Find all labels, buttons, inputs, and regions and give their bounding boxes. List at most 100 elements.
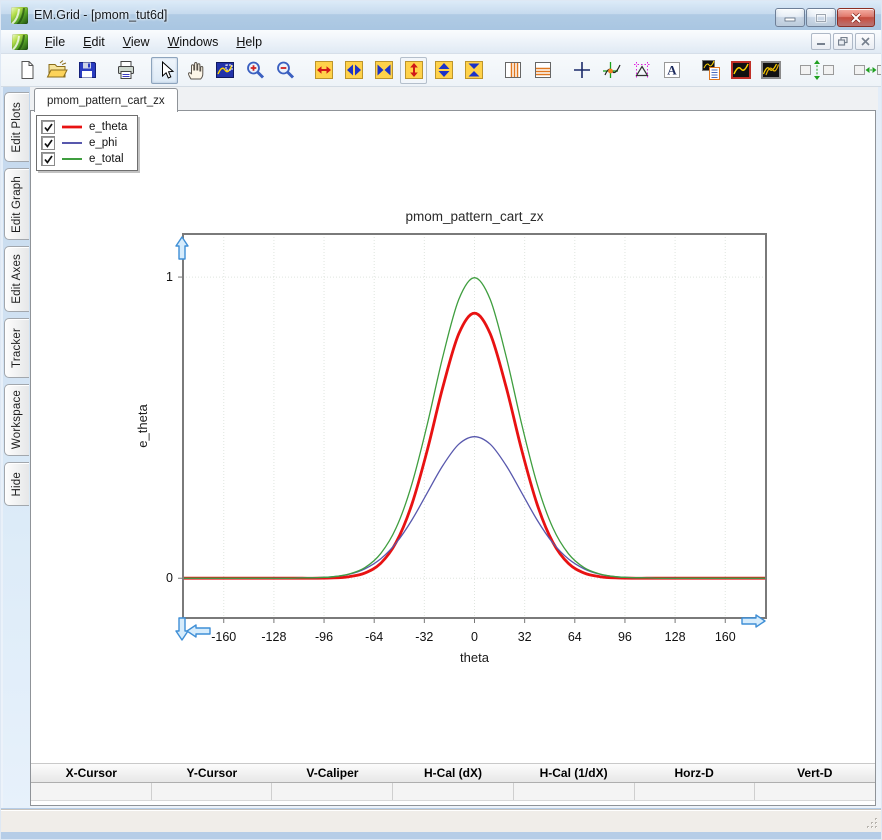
axis-handle-right-icon[interactable] — [742, 615, 765, 627]
horizontal-markers-icon — [532, 59, 554, 81]
window-minimize-button[interactable] — [775, 8, 805, 27]
readout-header-x-cursor: X-Cursor — [31, 764, 152, 782]
resize-grip-icon[interactable] — [866, 817, 878, 829]
compress-y-button[interactable] — [460, 57, 487, 84]
align-vertical-icon — [798, 59, 836, 81]
x-tick-label: 128 — [665, 630, 686, 644]
document-icon — [12, 34, 28, 50]
window-title: EM.Grid - [pmom_tut6d] — [34, 8, 167, 22]
readout-header-h-cal-1-dx-: H-Cal (1/dX) — [513, 764, 634, 782]
mdi-restore-icon — [838, 37, 848, 46]
print-icon — [115, 59, 137, 81]
readout-header-row: X-CursorY-CursorV-CaliperH-Cal (dX)H-Cal… — [31, 763, 875, 783]
single-trace-button[interactable] — [727, 57, 754, 84]
zoom-window-button[interactable] — [211, 57, 238, 84]
sidebar: Edit Plots Edit Graph Edit Axes Tracker Work… — [3, 87, 30, 808]
client-area: Edit Plots Edit Graph Edit Axes Tracker Work… — [1, 87, 881, 808]
sidebar-tab-tracker[interactable]: Tracker — [4, 318, 29, 378]
window-maximize-button[interactable] — [806, 8, 836, 27]
axis-handle-up-icon[interactable] — [176, 237, 188, 259]
readout-value-cell — [393, 783, 514, 800]
plot-window: -160-128-96-64-32032649612816001pmom_pat… — [30, 110, 876, 806]
stretch-y-button[interactable] — [400, 57, 427, 84]
zoom-window-icon — [214, 59, 236, 81]
caliper-button[interactable] — [628, 57, 655, 84]
legend-row-e_theta: e_theta — [41, 119, 127, 135]
cursor-cross-button[interactable] — [568, 57, 595, 84]
align-vertical-button[interactable] — [796, 57, 838, 84]
toolbar-separator — [688, 58, 697, 83]
horizontal-markers-button[interactable] — [529, 57, 556, 84]
hand-icon — [184, 59, 206, 81]
sidebar-tab-edit-axes[interactable]: Edit Axes — [4, 246, 29, 312]
title-bar: EM.Grid - [pmom_tut6d] — [1, 1, 881, 30]
legend-checkbox-e_phi[interactable] — [41, 136, 55, 150]
mdi-close-button[interactable] — [855, 33, 875, 50]
text-annotation-button[interactable]: A — [658, 57, 685, 84]
legend-row-e_phi: e_phi — [41, 135, 127, 151]
expand-x-icon — [343, 59, 365, 81]
sidebar-tab-edit-graph[interactable]: Edit Graph — [4, 168, 29, 240]
multi-trace-button[interactable] — [757, 57, 784, 84]
select-pointer-button[interactable] — [151, 57, 178, 84]
sidebar-tab-label: Edit Axes — [11, 254, 23, 304]
sidebar-tab-hide[interactable]: Hide — [4, 462, 29, 506]
menu-item-edit[interactable]: Edit — [74, 32, 114, 52]
mdi-close-icon — [861, 37, 870, 46]
readout-header-h-cal-dx-: H-Cal (dX) — [393, 764, 514, 782]
legend-label: e_phi — [89, 137, 117, 149]
compress-x-icon — [373, 59, 395, 81]
sidebar-tab-edit-plots[interactable]: Edit Plots — [4, 92, 29, 162]
toolbar-separator — [841, 58, 850, 83]
zoom-out-button[interactable] — [271, 57, 298, 84]
pan-hand-button[interactable] — [181, 57, 208, 84]
print-button[interactable] — [112, 57, 139, 84]
readout-value-cell — [152, 783, 273, 800]
legend-checkbox-e_theta[interactable] — [41, 120, 55, 134]
mdi-minimize-button[interactable] — [811, 33, 831, 50]
tab-pmom-pattern-cart-zx[interactable]: pmom_pattern_cart_zx — [34, 88, 178, 112]
x-tick-label: -128 — [261, 630, 286, 644]
new-file-icon — [16, 59, 38, 81]
readout-value-row — [31, 783, 875, 801]
minimize-icon — [784, 13, 796, 22]
stretch-x-button[interactable] — [310, 57, 337, 84]
maximize-icon — [815, 13, 827, 23]
plot-properties-button[interactable] — [697, 57, 724, 84]
x-tick-label: 160 — [715, 630, 736, 644]
zoom-out-icon — [274, 59, 296, 81]
tracker-button[interactable] — [598, 57, 625, 84]
window-close-button[interactable] — [837, 8, 875, 27]
open-file-icon — [46, 59, 68, 81]
legend-line-sample — [61, 156, 83, 162]
compress-x-button[interactable] — [370, 57, 397, 84]
axis-handle-left-icon[interactable] — [187, 625, 210, 637]
legend-line-sample — [61, 124, 83, 130]
axis-handle-down-icon[interactable] — [176, 618, 188, 640]
menu-item-view[interactable]: View — [114, 32, 159, 52]
zoom-in-button[interactable] — [241, 57, 268, 84]
vertical-markers-button[interactable] — [499, 57, 526, 84]
expand-x-button[interactable] — [340, 57, 367, 84]
expand-y-button[interactable] — [430, 57, 457, 84]
mdi-restore-button[interactable] — [833, 33, 853, 50]
y-axis-label: e_theta — [135, 404, 150, 448]
caliper-icon — [631, 59, 653, 81]
x-tick-label: -64 — [365, 630, 383, 644]
new-file-button[interactable] — [13, 57, 40, 84]
menu-item-windows[interactable]: Windows — [159, 32, 228, 52]
readout-value-cell — [31, 783, 152, 800]
align-horizontal-button[interactable] — [850, 57, 881, 84]
legend-checkbox-e_total[interactable] — [41, 152, 55, 166]
toolbar-separator — [490, 58, 499, 83]
check-icon — [44, 155, 53, 164]
chart-canvas[interactable]: -160-128-96-64-32032649612816001pmom_pat… — [31, 111, 875, 763]
x-tick-label: -160 — [211, 630, 236, 644]
menu-item-help[interactable]: Help — [227, 32, 271, 52]
sidebar-tab-label: Edit Plots — [11, 102, 23, 153]
sidebar-tab-workspace[interactable]: Workspace — [4, 384, 29, 456]
open-file-button[interactable] — [43, 57, 70, 84]
save-file-button[interactable] — [73, 57, 100, 84]
menu-item-file[interactable]: File — [36, 32, 74, 52]
cursor-readout-table: X-CursorY-CursorV-CaliperH-Cal (dX)H-Cal… — [31, 763, 875, 801]
